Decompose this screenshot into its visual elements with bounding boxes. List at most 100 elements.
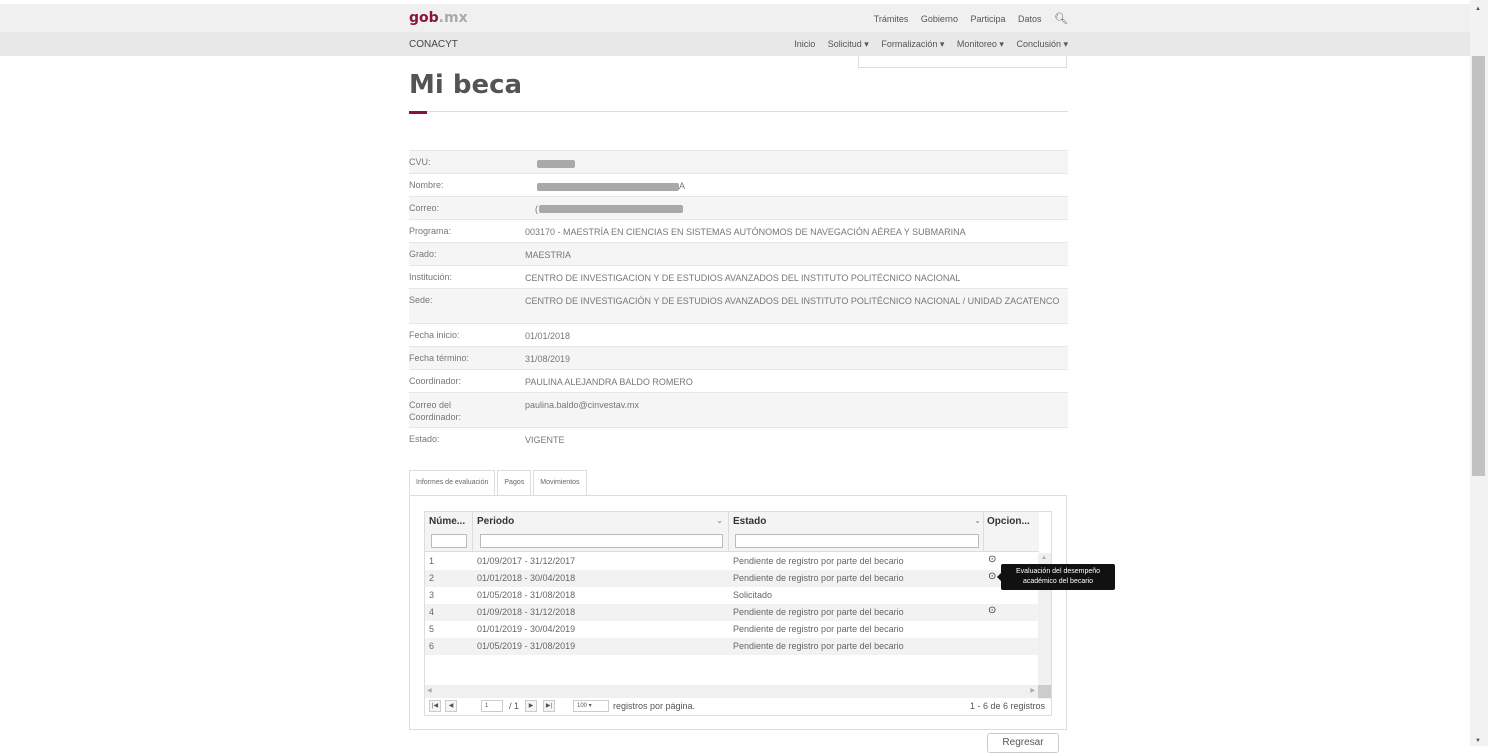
scroll-right-icon[interactable]: ▶ [1030,687,1035,694]
reports-grid: Núme... Periodo ⌄ Estado ⌄ Opcion... 1 01/… [424,511,1052,716]
column-header-label: Estado [733,516,767,527]
back-button[interactable]: Regresar [987,733,1059,753]
info-value: A [525,180,1068,192]
info-label: Nombre: [409,180,444,190]
info-value: ( nx [525,203,1068,215]
per-page-select[interactable]: 100 ▾ [573,700,609,712]
gob-logo[interactable]: gob.mx [409,10,468,26]
filter-estado-input[interactable] [735,534,979,548]
page-title: Mi beca [409,70,523,100]
prev-page-icon[interactable]: ◀ [445,700,457,712]
info-row-fecha-inicio: Fecha inicio: 01/01/2018 [409,323,1068,346]
scroll-down-icon[interactable]: ▼ [1475,738,1481,744]
table-row[interactable]: 4 01/09/2018 - 31/12/2018 Pendiente de r… [425,604,1039,621]
scrollbar-thumb[interactable] [1472,56,1485,476]
column-header-opciones[interactable]: Opcion... [987,516,1039,527]
tab-informes[interactable]: Informes de evaluación [409,470,496,495]
scroll-up-icon[interactable]: ▲ [1475,6,1481,12]
column-header-estado[interactable]: Estado ⌄ [733,516,981,527]
column-header-periodo[interactable]: Periodo ⌄ [477,516,723,527]
info-row-nombre: Nombre: A [409,173,1068,196]
title-divider [409,111,1068,112]
nav-conclusion[interactable]: Conclusión ▾ [1016,39,1068,49]
info-value-text: A [679,181,686,191]
cell-periodo: 01/05/2018 - 31/08/2018 [477,590,576,600]
grid-horizontal-scrollbar[interactable]: ◀ ▶ [425,685,1039,698]
nav-tramites[interactable]: Trámites [874,14,909,24]
info-row-grado: Grado: MAESTRIA [409,242,1068,265]
info-row-programa: Programa: 003170 - MAESTRÍA EN CIENCIAS … [409,219,1068,242]
redacted-block [539,205,683,213]
scrollbar-corner [1038,685,1051,698]
cell-numero: 2 [429,573,435,583]
table-row[interactable]: 6 01/05/2019 - 31/08/2019 Pendiente de r… [425,638,1039,655]
logo-bold: gob [409,10,439,26]
redacted-block [537,182,679,191]
last-page-icon[interactable]: ▶| [543,700,555,712]
info-value [525,157,1068,169]
page-total: / 1 [509,701,520,711]
info-label: Programa: [409,226,452,236]
column-divider[interactable] [728,512,729,552]
tab-movimientos[interactable]: Movimientos [533,470,587,495]
gob-top-nav: Trámites Gobierno Participa Datos 🔍︎ [864,12,1068,25]
chevron-down-icon[interactable]: ⌄ [716,516,723,525]
info-row-sede: Sede: CENTRO DE INVESTIGACIÓN Y DE ESTUD… [409,288,1068,323]
table-row[interactable]: 5 01/01/2019 - 30/04/2019 Pendiente de r… [425,621,1039,638]
info-row-fecha-termino: Fecha término: 31/08/2019 [409,346,1068,369]
conacyt-brand[interactable]: CONACYT [409,39,458,50]
per-page-value: 100 [577,703,588,709]
nav-datos[interactable]: Datos [1018,14,1042,24]
info-label: Coordinador: [409,376,462,386]
cell-estado: Pendiente de registro por parte del beca… [733,641,904,651]
info-row-correo-coordinador: Correo del Coordinador: paulina.baldo@ci… [409,392,1068,427]
column-divider[interactable] [472,512,473,552]
cell-numero: 1 [429,556,435,566]
table-row[interactable]: 3 01/05/2018 - 31/08/2018 Solicitado [425,587,1039,604]
page-scrollbar[interactable]: ▲ ▼ [1470,0,1488,746]
evaluate-icon[interactable]: ⊙ [988,554,996,565]
info-label: Estado: [409,434,440,444]
page-number-input[interactable]: 1 [481,700,503,712]
info-row-institucion: Institución: CENTRO DE INVESTIGACION Y D… [409,265,1068,288]
column-header-numero[interactable]: Núme... [429,516,469,527]
scholarship-info-table: CVU: Nombre: A Correo: ( nx Programa: 00… [409,150,1068,450]
cell-periodo: 01/05/2019 - 31/08/2019 [477,641,576,651]
info-label: Fecha término: [409,353,470,363]
scroll-left-icon[interactable]: ◀ [427,687,432,694]
next-page-icon[interactable]: ▶ [525,700,537,712]
scroll-up-icon[interactable]: ▲ [1041,555,1047,561]
evaluate-icon[interactable]: ⊙ [988,571,996,582]
info-value: 31/08/2019 [525,354,571,364]
grid-body: 1 01/09/2017 - 31/12/2017 Pendiente de r… [425,553,1039,655]
conacyt-nav: Inicio Solicitud ▾ Formalización ▾ Monit… [784,39,1068,50]
evaluate-icon[interactable]: ⊙ [988,605,996,616]
chevron-down-icon[interactable]: ⌄ [974,516,981,525]
nav-participa[interactable]: Participa [970,14,1005,24]
first-page-icon[interactable]: |◀ [429,700,441,712]
info-label: Correo del Coordinador: [409,400,462,422]
cell-estado: Pendiente de registro por parte del beca… [733,624,904,634]
gob-header-bar [0,4,1470,32]
info-value: CENTRO DE INVESTIGACIÓN Y DE ESTUDIOS AV… [525,296,1060,306]
cell-estado: Solicitado [733,590,773,600]
nav-formalizacion[interactable]: Formalización ▾ [881,39,944,49]
dropdown-remnant [858,56,1067,68]
search-icon[interactable]: 🔍︎ [1054,13,1068,25]
filter-periodo-input[interactable] [480,534,723,548]
column-header-label: Periodo [477,516,515,527]
nav-solicitud[interactable]: Solicitud ▾ [828,39,869,49]
cell-periodo: 01/01/2019 - 30/04/2019 [477,624,576,634]
nav-gobierno[interactable]: Gobierno [921,14,958,24]
column-divider[interactable] [983,512,984,552]
table-row[interactable]: 2 01/01/2018 - 30/04/2018 Pendiente de r… [425,570,1039,587]
tab-pagos[interactable]: Pagos [497,470,532,495]
conacyt-nav-bar [0,32,1470,56]
nav-monitoreo[interactable]: Monitoreo ▾ [957,39,1004,49]
info-value: MAESTRIA [525,250,572,260]
filter-numero-input[interactable] [431,534,467,548]
per-page-label: registros por página. [613,701,696,711]
table-row[interactable]: 1 01/09/2017 - 31/12/2017 Pendiente de r… [425,553,1039,570]
redacted-block [537,159,575,168]
nav-inicio[interactable]: Inicio [794,39,815,49]
